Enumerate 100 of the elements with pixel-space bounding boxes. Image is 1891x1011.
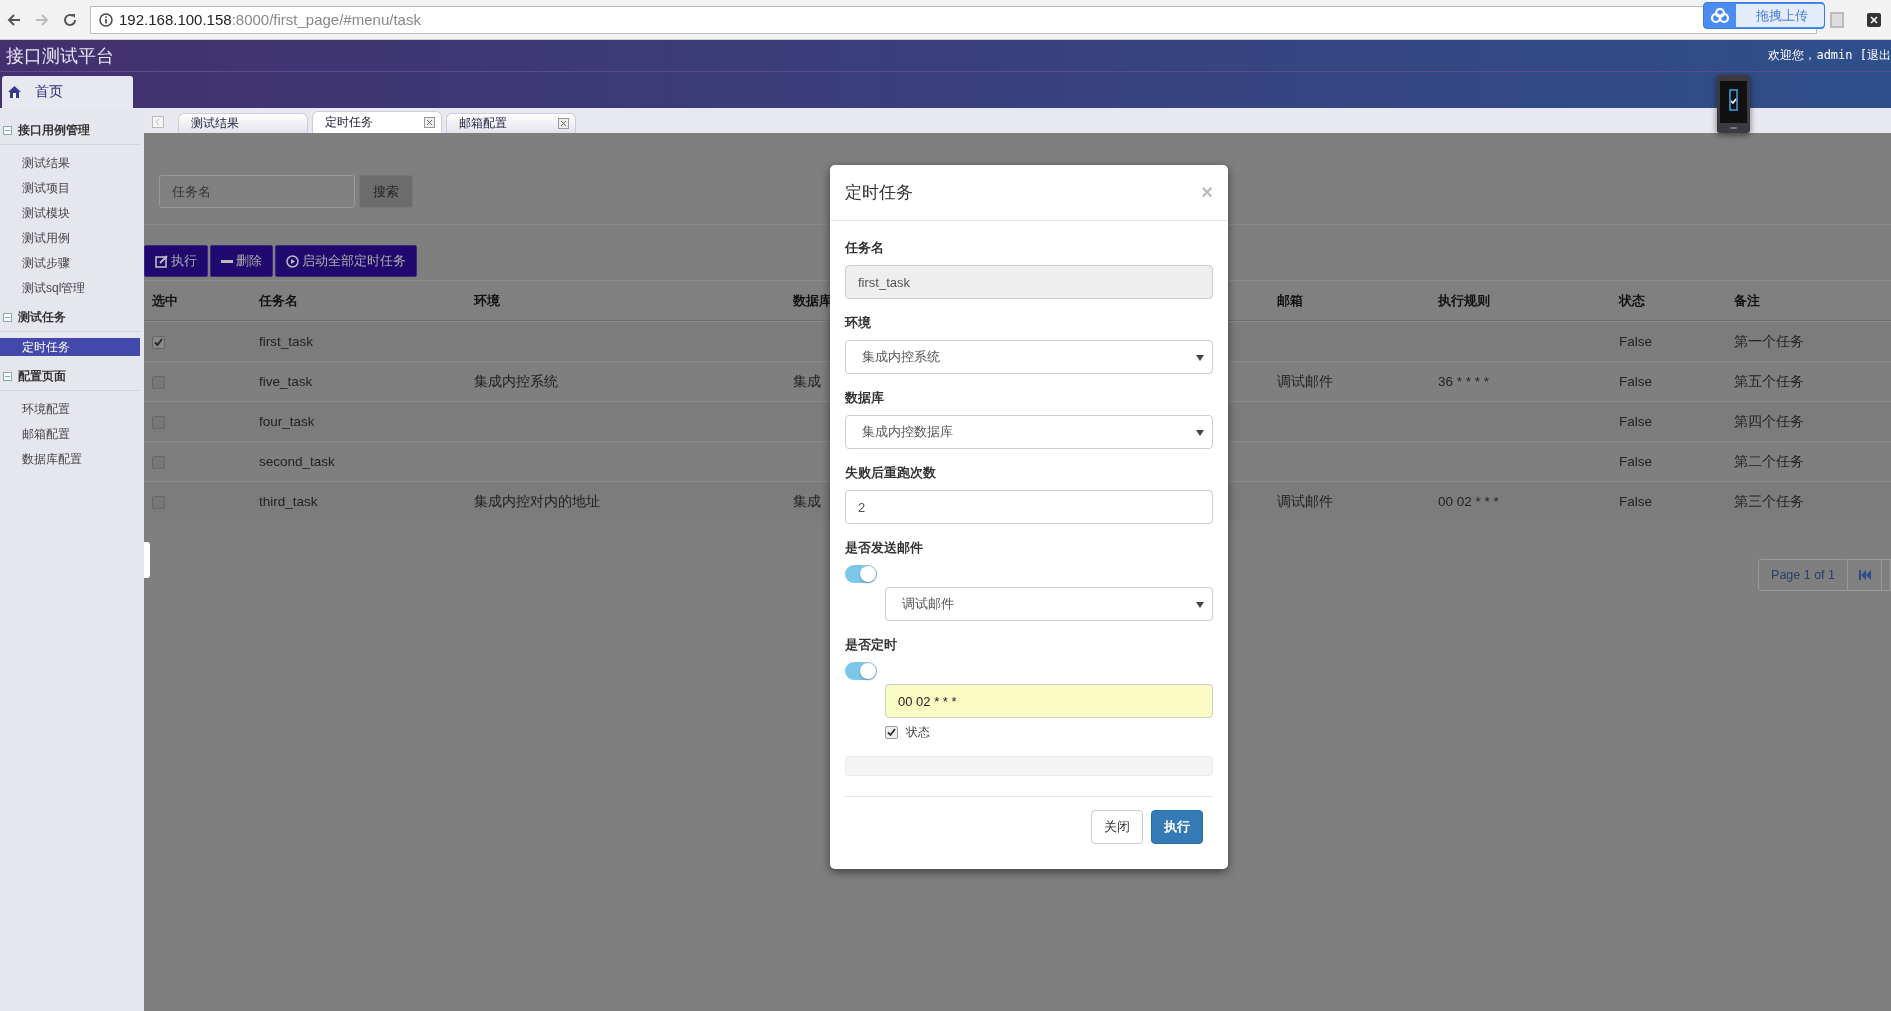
sidebar-group[interactable]: 测试任务 [0,305,140,332]
input-field[interactable]: first_task [845,265,1213,299]
close-icon[interactable] [424,117,435,128]
info-icon [99,12,113,27]
dialog-button[interactable]: 执行 [1151,810,1203,844]
select-field[interactable]: 调试邮件 [885,587,1213,621]
table-cell: 第四个任务 [1734,413,1804,429]
toggle-switch[interactable] [845,565,877,583]
page-tab[interactable]: 邮箱配置 [446,113,576,133]
cloud-icon [1710,7,1730,24]
phone-icon[interactable] [1716,74,1751,134]
table-cell: False [1619,414,1652,429]
row-checkbox[interactable] [152,375,165,389]
page-info: Page 1 of 1 [1758,559,1848,591]
table-cell: False [1619,494,1652,509]
field-label: 是否发送邮件 [845,539,924,557]
input-field[interactable]: 00 02 * * * [885,684,1213,718]
scroll-left-icon[interactable] [152,116,164,128]
welcome-text: 欢迎您，admin [退出 [1768,47,1891,64]
sidebar-item[interactable]: 数据库配置 [0,447,140,472]
field-label: 任务名 [845,239,885,257]
field-label: 失败后重跑次数 [845,464,937,482]
back-icon[interactable] [6,11,22,28]
table-cell: 调试邮件 [1277,373,1333,389]
sidebar-group[interactable]: 接口用例管理 [0,118,140,145]
dialog-button[interactable]: 关闭 [1091,810,1143,844]
column-header: 邮箱 [1276,291,1304,310]
sidebar-item[interactable]: 测试sql管理 [0,276,140,301]
sidebar-item[interactable]: 邮箱配置 [0,422,140,447]
row-checkbox[interactable] [152,455,165,469]
column-header: 环境 [472,291,501,310]
page-tab[interactable]: 测试结果 [178,113,308,133]
table-cell: 第一个任务 [1734,333,1804,349]
sidebar-item[interactable]: 测试步骤 [0,251,140,276]
select-field[interactable]: 集成内控数据库 [845,415,1213,449]
play-circle-icon [286,254,299,268]
pager-button[interactable] [1882,559,1891,591]
toggle-switch[interactable] [845,662,877,680]
first-page-button[interactable] [1848,559,1882,591]
caret-icon [1196,602,1204,608]
input-field[interactable]: 2 [845,490,1213,524]
toolbar-button[interactable]: 启动全部定时任务 [275,245,417,277]
table-cell: 集成内控对内的地址 [474,493,600,509]
close-icon[interactable] [558,118,569,129]
table-cell: False [1619,454,1652,469]
toolbar-button[interactable]: 删除 [210,245,273,277]
table-cell: 集成 [793,493,821,509]
url-host: 192.168.100.158 [119,11,232,28]
sidebar-item[interactable]: 测试模块 [0,201,140,226]
table-cell: False [1619,374,1652,389]
table-cell: 36 * * * * [1438,374,1490,389]
collapse-icon [3,372,12,381]
sidebar-item[interactable]: 测试用例 [0,226,140,251]
dialog-title: 定时任务 [845,182,913,204]
table-cell: second_task [259,454,335,469]
table-cell: first_task [259,334,313,349]
collapse-handle[interactable] [144,542,150,578]
reload-icon[interactable] [62,11,78,28]
table-cell: 第三个任务 [1734,493,1804,509]
page-tab[interactable]: 定时任务 [312,111,442,133]
extension-icon[interactable] [1867,12,1881,27]
toolbar-button[interactable]: 执行 [144,245,208,277]
select-field[interactable]: 集成内控系统 [845,340,1213,374]
sidebar-item[interactable]: 测试结果 [0,151,140,176]
row-checkbox[interactable] [152,335,165,349]
sidebar-item[interactable]: 测试项目 [0,176,140,201]
sidebar-item[interactable]: 环境配置 [0,397,140,422]
sidebar-group[interactable]: 配置页面 [0,364,140,391]
collapse-icon [3,313,12,322]
checkbox-label: 状态 [906,724,930,741]
forward-icon[interactable] [34,11,50,28]
field-label: 数据库 [845,389,885,407]
edit-icon [155,254,168,268]
field-label: 环境 [845,314,872,332]
caret-icon [1196,355,1204,361]
column-header: 选中 [151,291,179,310]
column-header: 备注 [1733,291,1761,310]
collapse-icon [3,126,12,135]
caret-icon [1196,430,1204,436]
app-title: 接口测试平台 [5,44,114,68]
home-tab[interactable]: 首页 [2,76,133,108]
field-label: 是否定时 [845,636,898,654]
url-path: :8000/first_page/#menu/task [231,11,421,28]
table-cell: 集成 [793,373,821,389]
first-page-icon [1858,570,1871,580]
table-cell: third_task [259,494,318,509]
table-cell: 第二个任务 [1734,453,1804,469]
sidebar-item[interactable]: 定时任务 [0,338,140,356]
home-icon [8,86,21,98]
status-checkbox[interactable] [885,726,898,739]
table-cell: 00 02 * * * [1438,494,1499,509]
table-cell: False [1619,334,1652,349]
search-field[interactable]: 任务名 [159,175,355,208]
table-cell: five_task [259,374,313,389]
column-header: 执行规则 [1437,291,1491,310]
table-cell: four_task [259,414,315,429]
upload-widget[interactable]: 拖拽上传 [1703,2,1825,29]
column-header: 状态 [1617,291,1646,310]
column-header: 任务名 [257,291,299,310]
table-cell: 调试邮件 [1277,493,1333,509]
